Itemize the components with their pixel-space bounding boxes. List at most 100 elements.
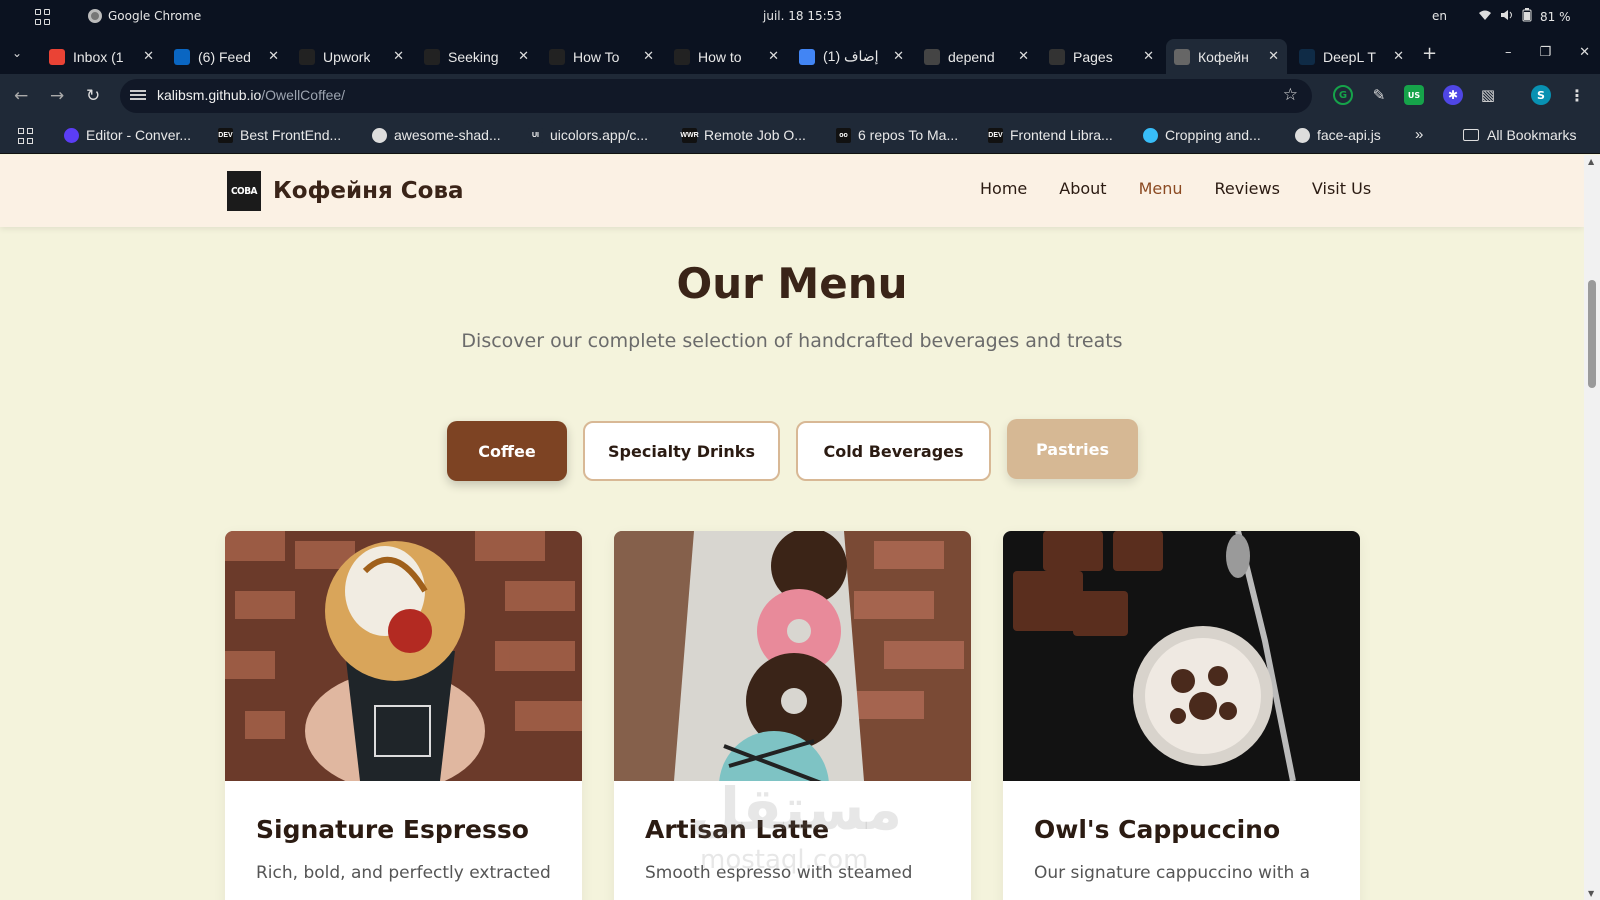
close-tab-icon[interactable]: ✕ xyxy=(1393,48,1404,64)
extension-star-icon[interactable]: ✱ xyxy=(1443,85,1463,105)
browser-tab[interactable]: Кофейн ✕ xyxy=(1166,39,1287,74)
nav-visit-us[interactable]: Visit Us xyxy=(1312,179,1371,198)
bookmark-star-icon[interactable]: ☆ xyxy=(1283,85,1298,105)
bookmark-item[interactable]: awesome-shad... xyxy=(372,127,501,143)
close-tab-icon[interactable]: ✕ xyxy=(768,48,779,64)
bookmark-label: Frontend Libra... xyxy=(1010,127,1113,143)
site-header: СОВА Кофейня Сова Home About Menu Review… xyxy=(0,155,1584,227)
filter-coffee[interactable]: Coffee xyxy=(447,421,567,481)
scrollbar-thumb[interactable] xyxy=(1588,280,1596,388)
url-text[interactable]: kalibsm.github.io/OwellCoffee/ xyxy=(157,87,345,103)
browser-tab[interactable]: How to ✕ xyxy=(666,39,787,74)
grammarly-icon[interactable]: G xyxy=(1333,85,1353,105)
bookmark-favicon-icon xyxy=(64,127,79,143)
translate-extension-icon[interactable]: US xyxy=(1404,85,1424,105)
browser-tab[interactable]: إضاف (1) ✕ xyxy=(791,39,912,74)
nav-reviews[interactable]: Reviews xyxy=(1215,179,1280,198)
browser-tab[interactable]: How To ✕ xyxy=(541,39,662,74)
bookmark-label: Remote Job O... xyxy=(704,127,806,143)
close-tab-icon[interactable]: ✕ xyxy=(143,48,154,64)
system-tray[interactable]: 81 % xyxy=(1478,8,1571,25)
close-tab-icon[interactable]: ✕ xyxy=(1268,48,1279,64)
browser-tab[interactable]: DeepL T ✕ xyxy=(1291,39,1412,74)
active-app-indicator[interactable]: Google Chrome xyxy=(88,9,201,23)
close-tab-icon[interactable]: ✕ xyxy=(393,48,404,64)
all-bookmarks[interactable]: All Bookmarks xyxy=(1463,127,1576,143)
watermark-url: mostaql.com xyxy=(700,845,869,875)
close-window-icon[interactable]: ✕ xyxy=(1579,45,1590,60)
chrome-menu-icon[interactable]: ⋮ xyxy=(1567,85,1587,105)
owl-logo: СОВА xyxy=(227,171,261,211)
battery-level: 81 % xyxy=(1540,9,1571,24)
new-tab-button[interactable]: + xyxy=(1422,43,1437,64)
bookmark-label: Cropping and... xyxy=(1165,127,1261,143)
bookmark-item[interactable]: DEV Frontend Libra... xyxy=(988,127,1113,143)
tab-strip: ⌄ Inbox (1 ✕ (6) Feed ✕ Upwork ✕ Seeking ✕ How T… xyxy=(0,33,1600,74)
restore-icon[interactable]: ❐ xyxy=(1540,45,1552,60)
upwork-icon xyxy=(299,48,315,65)
site-info-icon[interactable] xyxy=(130,88,146,102)
tab-title: How to xyxy=(698,48,742,65)
nav-menu[interactable]: Menu xyxy=(1139,179,1183,198)
menu-card[interactable]: Signature Espresso Rich, bold, and perfe… xyxy=(225,531,582,900)
menu-subtitle: Discover our complete selection of handc… xyxy=(461,330,1123,352)
bookmark-item[interactable]: oo 6 repos To Ma... xyxy=(836,127,958,143)
battery-icon xyxy=(1522,8,1532,25)
bookmark-item[interactable]: UI uicolors.app/c... xyxy=(528,127,648,143)
close-tab-icon[interactable]: ✕ xyxy=(268,48,279,64)
extensions-puzzle-icon[interactable]: ▧ xyxy=(1478,85,1498,105)
close-tab-icon[interactable]: ✕ xyxy=(1018,48,1029,64)
card-description: Rich, bold, and perfectly extracted xyxy=(256,863,551,883)
tab-title: depend xyxy=(948,48,995,65)
nav-about[interactable]: About xyxy=(1059,179,1106,198)
close-tab-icon[interactable]: ✕ xyxy=(643,48,654,64)
keyboard-language[interactable]: en xyxy=(1432,9,1447,23)
browser-tab[interactable]: Seeking ✕ xyxy=(416,39,537,74)
clock[interactable]: juil. 18 15:53 xyxy=(763,9,842,23)
app-grid-icon[interactable] xyxy=(35,9,51,25)
browser-tab[interactable]: Pages ✕ xyxy=(1041,39,1162,74)
browser-tab[interactable]: (6) Feed ✕ xyxy=(166,39,287,74)
back-arrow-icon[interactable]: ← xyxy=(14,86,28,106)
scroll-up-arrow-icon[interactable]: ▲ xyxy=(1588,157,1594,166)
tab-title: Pages xyxy=(1073,48,1113,65)
address-bar[interactable]: kalibsm.github.io/OwellCoffee/ ☆ xyxy=(120,79,1312,113)
chrome-icon xyxy=(88,9,102,23)
folder-icon xyxy=(1463,129,1479,141)
filter-specialty-drinks[interactable]: Specialty Drinks xyxy=(583,421,780,481)
bookmark-item[interactable]: DEV Best FrontEnd... xyxy=(218,127,341,143)
browser-tab[interactable]: depend ✕ xyxy=(916,39,1037,74)
profile-avatar[interactable]: S xyxy=(1531,85,1551,105)
bookmark-item[interactable]: WWR Remote Job O... xyxy=(680,127,806,143)
apps-grid-icon[interactable] xyxy=(18,128,34,144)
site-brand[interactable]: СОВА Кофейня Сова xyxy=(227,171,464,211)
tab-title: Seeking xyxy=(448,48,499,65)
scroll-down-arrow-icon[interactable]: ▼ xyxy=(1588,889,1594,898)
bookmark-favicon-icon: DEV xyxy=(988,127,1003,143)
page-scrollbar[interactable]: ▲ ▼ xyxy=(1584,155,1600,900)
close-tab-icon[interactable]: ✕ xyxy=(518,48,529,64)
bookmark-label: Editor - Conver... xyxy=(86,127,192,143)
bookmark-item[interactable]: Cropping and... xyxy=(1143,127,1261,143)
browser-tab[interactable]: Upwork ✕ xyxy=(291,39,412,74)
close-tab-icon[interactable]: ✕ xyxy=(1143,48,1154,64)
menu-card[interactable]: Owl's Cappuccino Our signature cappuccin… xyxy=(1003,531,1360,900)
upwork-icon xyxy=(674,48,690,65)
reload-icon[interactable]: ↻ xyxy=(86,86,100,106)
tab-title: How To xyxy=(573,48,620,65)
tab-search-chevron-icon[interactable]: ⌄ xyxy=(12,46,22,60)
more-bookmarks-icon[interactable]: » xyxy=(1415,126,1423,143)
nav-home[interactable]: Home xyxy=(980,179,1027,198)
card-image-waffle-cup xyxy=(225,531,582,781)
minimize-icon[interactable]: – xyxy=(1505,45,1512,60)
filter-cold-beverages[interactable]: Cold Beverages xyxy=(796,421,991,481)
forward-arrow-icon[interactable]: → xyxy=(50,86,64,106)
close-tab-icon[interactable]: ✕ xyxy=(893,48,904,64)
color-picker-icon[interactable]: ✎ xyxy=(1369,85,1389,105)
bookmark-item[interactable]: Editor - Conver... xyxy=(64,127,191,143)
tab-title: إضاف (1) xyxy=(823,48,879,64)
bookmark-item[interactable]: face-api.js xyxy=(1295,127,1381,143)
browser-tab[interactable]: Inbox (1 ✕ xyxy=(41,39,162,74)
bookmark-favicon-icon xyxy=(1295,127,1310,143)
filter-pastries[interactable]: Pastries xyxy=(1007,419,1138,479)
